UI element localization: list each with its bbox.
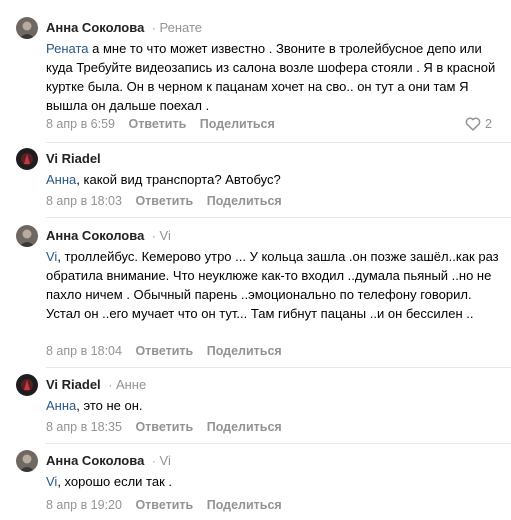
author-name[interactable]: Анна Соколова bbox=[46, 20, 144, 35]
reply-arrow-icon: · bbox=[151, 229, 156, 243]
divider bbox=[46, 217, 511, 218]
mention-link[interactable]: Анна bbox=[46, 398, 76, 413]
reply-arrow-icon: · bbox=[151, 454, 156, 468]
like-button[interactable]: 2 bbox=[465, 115, 492, 133]
comment-date[interactable]: 8 апр в 18:03 bbox=[46, 194, 122, 208]
mention-link[interactable]: Vi bbox=[46, 249, 57, 264]
mention-link[interactable]: Vi bbox=[46, 474, 57, 489]
comment-date[interactable]: 8 апр в 18:35 bbox=[46, 420, 122, 434]
like-count: 2 bbox=[485, 117, 492, 131]
reply-button[interactable]: Ответить bbox=[135, 420, 193, 434]
comment-text: Анна, какой вид транспорта? Автобус? bbox=[46, 172, 281, 187]
comment-date[interactable]: 8 апр в 19:20 bbox=[46, 498, 122, 512]
comment-text: Анна, это не он. bbox=[46, 398, 143, 413]
avatar[interactable] bbox=[16, 148, 38, 170]
divider bbox=[46, 443, 511, 444]
mention-link[interactable]: Анна bbox=[46, 172, 76, 187]
author-name[interactable]: Анна Соколова bbox=[46, 228, 144, 243]
comment-date[interactable]: 8 апр в 6:59 bbox=[46, 117, 115, 131]
reply-arrow-icon: · bbox=[108, 378, 113, 392]
comment-date[interactable]: 8 апр в 18:04 bbox=[46, 344, 122, 358]
avatar[interactable] bbox=[16, 225, 38, 247]
share-button[interactable]: Поделиться bbox=[207, 344, 282, 358]
reply-to-name[interactable]: Анне bbox=[116, 377, 146, 392]
reply-to-name[interactable]: Ренате bbox=[160, 20, 203, 35]
avatar[interactable] bbox=[16, 17, 38, 39]
divider bbox=[46, 142, 511, 143]
comment-text: Vi, троллейбус. Кемерово утро ... У коль… bbox=[46, 249, 499, 321]
avatar[interactable] bbox=[16, 450, 38, 472]
reply-button[interactable]: Ответить bbox=[135, 194, 193, 208]
reply-button[interactable]: Ответить bbox=[129, 117, 187, 131]
share-button[interactable]: Поделиться bbox=[200, 117, 275, 131]
avatar[interactable] bbox=[16, 374, 38, 396]
reply-to-name[interactable]: Vi bbox=[160, 228, 171, 243]
author-name[interactable]: Анна Соколова bbox=[46, 453, 144, 468]
comment-text: Vi, хорошо если так . bbox=[46, 474, 173, 489]
reply-button[interactable]: Ответить bbox=[135, 498, 193, 512]
reply-arrow-icon: · bbox=[151, 21, 156, 35]
share-button[interactable]: Поделиться bbox=[207, 194, 282, 208]
divider bbox=[46, 367, 511, 368]
mention-link[interactable]: Рената bbox=[46, 41, 89, 56]
reply-button[interactable]: Ответить bbox=[135, 344, 193, 358]
heart-icon bbox=[465, 117, 481, 131]
author-name[interactable]: Vi Riadel bbox=[46, 151, 101, 166]
share-button[interactable]: Поделиться bbox=[207, 498, 282, 512]
author-name[interactable]: Vi Riadel bbox=[46, 377, 101, 392]
comments-feed: Анна Соколова · Ренате Рената а мне то ч… bbox=[0, 0, 511, 520]
share-button[interactable]: Поделиться bbox=[207, 420, 282, 434]
comment-text: Рената а мне то что может известно . Зво… bbox=[46, 41, 496, 113]
reply-to-name[interactable]: Vi bbox=[160, 453, 171, 468]
